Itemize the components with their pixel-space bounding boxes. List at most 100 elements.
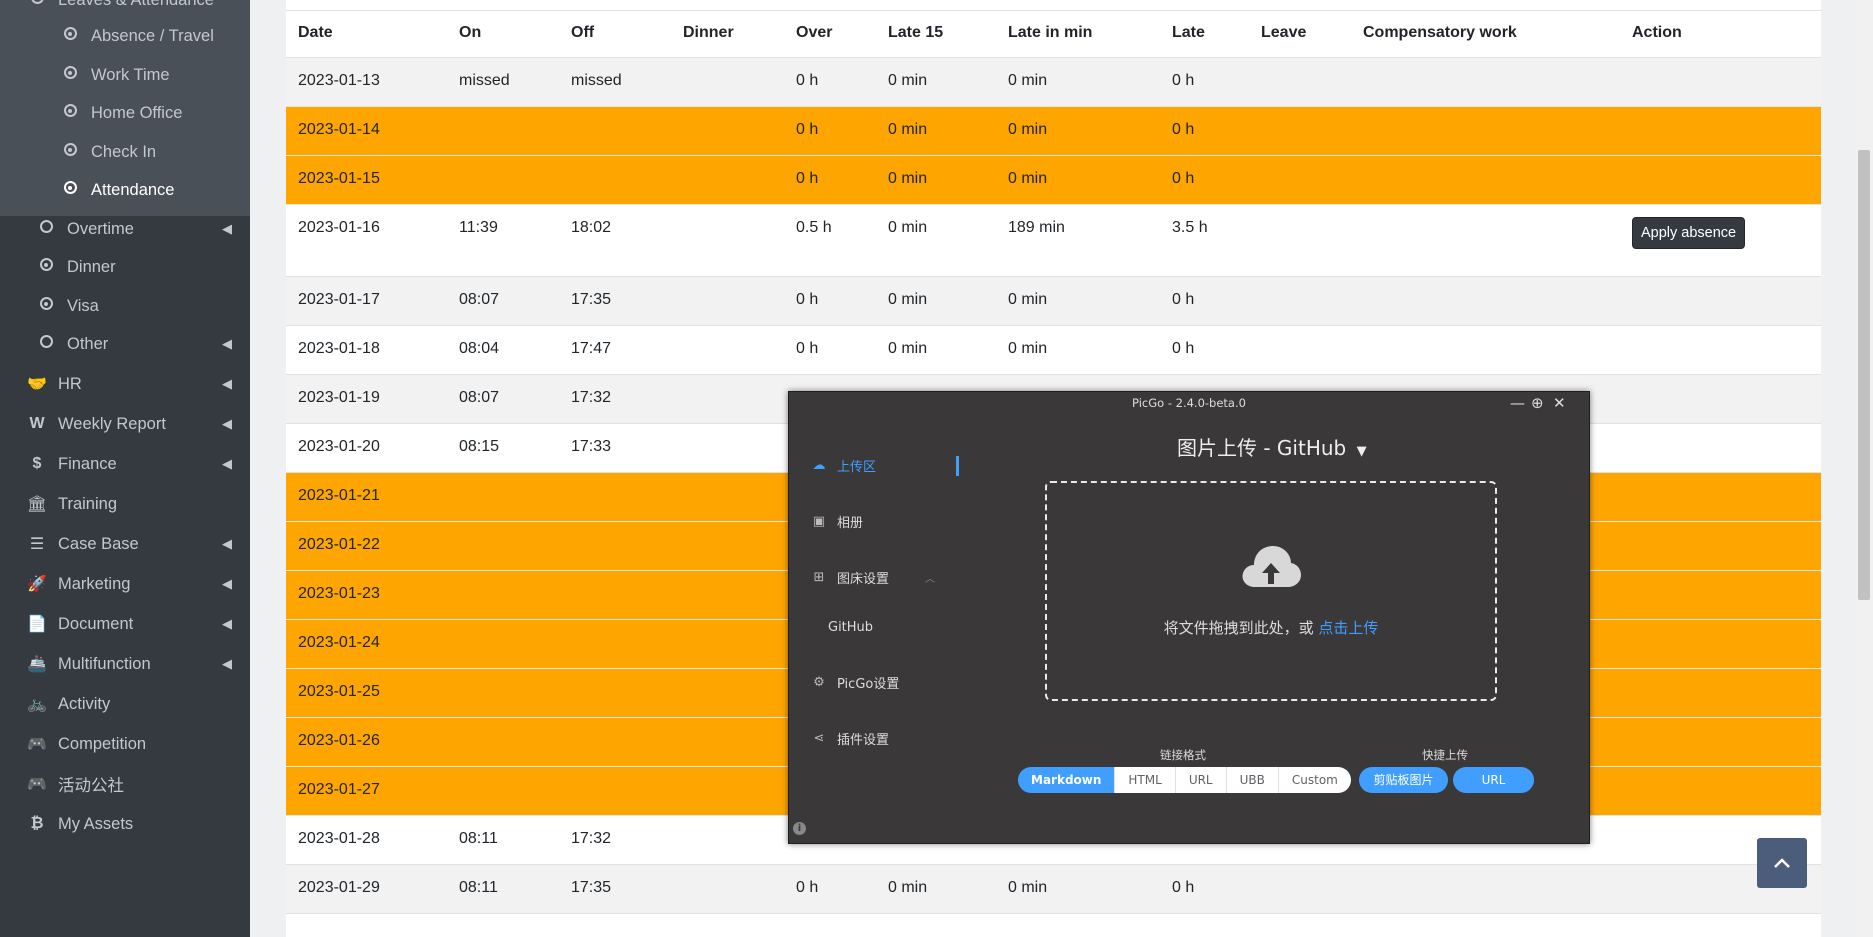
cell-late: 0 h	[1172, 340, 1195, 357]
grid-icon: ⊞	[813, 570, 825, 585]
table-row: 2023-01-29 08:11 17:35 0 h 0 min 0 min 0 h	[286, 865, 1821, 914]
click-upload-link[interactable]: 点击上传	[1318, 619, 1378, 637]
clipboard-upload-button[interactable]: 剪贴板图片	[1359, 767, 1448, 793]
url-upload-button[interactable]: URL	[1453, 767, 1534, 793]
cell-off: 17:35	[571, 879, 612, 896]
gear-icon: ⚙	[813, 675, 825, 690]
cell-late15: 0 min	[888, 879, 928, 896]
sidebar-item-absence-travel[interactable]: Absence / Travel	[0, 18, 250, 54]
sidebar-item-activity-community[interactable]: 🎮 活动公社	[0, 766, 250, 802]
cell-late-in-min: 0 min	[1008, 291, 1048, 308]
cell-late: 0 h	[1172, 121, 1195, 138]
col-on: On	[459, 24, 482, 41]
sidebar-item-overtime[interactable]: Overtime ◀	[0, 211, 250, 247]
nav-album[interactable]: ▣ 相册	[811, 512, 863, 531]
sidebar-item-marketing[interactable]: 🚀 Marketing ◀	[0, 566, 250, 602]
info-icon[interactable]: i	[793, 822, 806, 835]
sidebar-item-visa[interactable]: Visa	[0, 288, 250, 324]
cell-date: 2023-01-14	[298, 121, 380, 138]
table-row: 2023-01-17 08:07 17:35 0 h 0 min 0 min 0 h	[286, 277, 1821, 326]
maximize-icon[interactable]: ⊕	[1531, 395, 1544, 411]
sidebar-item-activity[interactable]: 🚲 Activity	[0, 686, 250, 722]
sidebar-item-dinner[interactable]: Dinner	[0, 249, 250, 285]
sidebar-item-training[interactable]: 🏛 Training	[0, 486, 250, 522]
picgo-title: PicGo - 2.4.0-beta.0	[1132, 396, 1246, 410]
format-html[interactable]: HTML	[1115, 767, 1176, 793]
sidebar-item-multifunction[interactable]: 🚢 Multifunction ◀	[0, 646, 250, 682]
sidebar-item-weekly-report[interactable]: W Weekly Report ◀	[0, 406, 250, 442]
chevron-left-icon: ◀	[222, 456, 232, 471]
col-date: Date	[298, 24, 333, 41]
sidebar-item-document[interactable]: 📄 Document ◀	[0, 606, 250, 642]
table-row: 2023-01-14 0 h 0 min 0 min 0 h	[286, 107, 1821, 156]
sidebar-item-attendance[interactable]: Attendance	[0, 172, 250, 208]
nav-upload-area[interactable]: ☁ 上传区	[811, 456, 877, 475]
cell-on: 08:04	[459, 340, 500, 357]
dot-circle-icon	[33, 258, 59, 276]
cell-date: 2023-01-26	[298, 732, 380, 749]
cell-over: 0.5 h	[796, 219, 832, 236]
back-to-top-button[interactable]	[1757, 838, 1807, 888]
cell-late15: 0 min	[888, 121, 928, 138]
cell-date: 2023-01-20	[298, 438, 380, 455]
sidebar-item-home-office[interactable]: Home Office	[0, 95, 250, 131]
cell-late15: 0 min	[888, 219, 928, 236]
cell-late15: 0 min	[888, 72, 928, 89]
sidebar: Leaves & Attendance Absence / Travel Wor…	[0, 0, 250, 937]
col-compensatory-work: Compensatory work	[1363, 24, 1517, 41]
cell-on: 08:15	[459, 438, 500, 455]
upload-drop-zone[interactable]: 将文件拖拽到此处，或 点击上传	[1045, 481, 1497, 701]
nav-plugin-settings[interactable]: ⋖ 插件设置	[811, 729, 889, 748]
cell-date: 2023-01-24	[298, 634, 380, 651]
nav-github[interactable]: GitHub	[828, 620, 873, 635]
format-markdown[interactable]: Markdown	[1018, 767, 1116, 793]
cell-late-in-min: 0 min	[1008, 121, 1048, 138]
page-scrollbar-thumb[interactable]	[1858, 150, 1870, 600]
format-ubb[interactable]: UBB	[1226, 767, 1279, 793]
chevron-left-icon: ◀	[222, 416, 232, 431]
cell-over: 0 h	[796, 879, 819, 896]
nav-picgo-settings[interactable]: ⚙ PicGo设置	[811, 673, 899, 692]
close-icon[interactable]: ✕	[1553, 395, 1566, 411]
sidebar-item-my-assets[interactable]: ₿ My Assets	[0, 806, 250, 842]
col-late: Late	[1172, 24, 1205, 41]
sidebar-item-competition[interactable]: 🎮 Competition	[0, 726, 250, 762]
gamepad-icon: 🎮	[27, 736, 47, 753]
cell-off: 17:33	[571, 438, 612, 455]
dot-circle-icon	[57, 181, 83, 199]
minimize-icon[interactable]: —	[1510, 395, 1525, 411]
sidebar-item-work-time[interactable]: Work Time	[0, 57, 250, 93]
sidebar-item-finance[interactable]: $ Finance ◀	[0, 446, 250, 482]
circle-icon	[33, 220, 59, 238]
sidebar-item-check-in[interactable]: Check In	[0, 134, 250, 170]
upload-heading[interactable]: 图片上传 - GitHub ▼	[1177, 432, 1367, 461]
format-custom[interactable]: Custom	[1278, 767, 1351, 793]
circle-icon	[33, 335, 59, 353]
dot-circle-icon	[57, 143, 83, 161]
sidebar-item-case-base[interactable]: ☰ Case Base ◀	[0, 526, 250, 562]
chevron-left-icon: ◀	[222, 376, 232, 391]
cell-on: 08:07	[459, 389, 500, 406]
format-url[interactable]: URL	[1175, 767, 1227, 793]
col-dinner: Dinner	[683, 24, 734, 41]
chevron-left-icon: ◀	[222, 336, 232, 351]
nav-image-host-settings[interactable]: ⊞ 图床设置 ︿	[811, 568, 935, 587]
cell-on: missed	[459, 72, 510, 89]
apply-absence-button[interactable]: Apply absence	[1632, 217, 1746, 249]
sidebar-item-hr[interactable]: 🤝 HR ◀	[0, 366, 250, 402]
table-row: 2023-01-18 08:04 17:47 0 h 0 min 0 min 0 h	[286, 326, 1821, 375]
cloud-upload-icon: ☁	[812, 458, 826, 473]
cell-over: 0 h	[796, 291, 819, 308]
cell-date: 2023-01-25	[298, 683, 380, 700]
cell-late: 3.5 h	[1172, 219, 1208, 236]
cell-date: 2023-01-21	[298, 487, 380, 504]
cell-date: 2023-01-23	[298, 585, 380, 602]
cell-on: 08:11	[459, 830, 498, 847]
caret-down-icon: ▼	[1356, 444, 1367, 459]
chevron-left-icon: ◀	[222, 576, 232, 591]
list-icon: ☰	[29, 536, 45, 553]
cell-late: 0 h	[1172, 72, 1195, 89]
sidebar-item-other[interactable]: Other ◀	[0, 326, 250, 362]
drop-instruction: 将文件拖拽到此处，或 点击上传	[1163, 619, 1379, 637]
sidebar-item-leaves-attendance[interactable]: Leaves & Attendance	[0, 0, 250, 18]
